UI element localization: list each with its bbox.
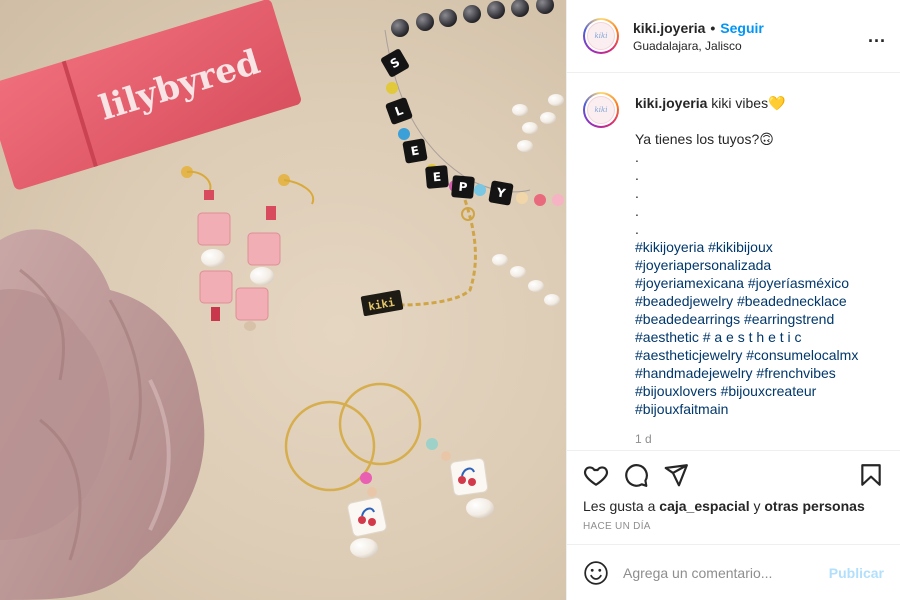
comment-input[interactable]: [623, 564, 829, 581]
bookmark-icon[interactable]: [858, 462, 884, 488]
header-username[interactable]: kiki.joyeria: [633, 20, 705, 36]
post-timestamp[interactable]: HACE UN DÍA: [583, 521, 884, 532]
location-link[interactable]: Guadalajara, Jalisco: [633, 39, 868, 53]
caption-dot: .: [635, 221, 639, 237]
caption-avatar[interactable]: kiki: [583, 92, 619, 128]
hashtag-line[interactable]: #beadedjewelry #beadednecklace: [635, 292, 858, 310]
gold-chain: kiki: [360, 199, 477, 317]
other-likers-link[interactable]: otras personas: [764, 498, 864, 514]
hashtag-line[interactable]: #kikijoyeria #kikibijoux: [635, 238, 858, 256]
jewelry-flatlay-image: lilybyred S L E E P Y kiki: [0, 0, 564, 600]
caption-question: Ya tienes los tuyos?🙃: [635, 131, 774, 147]
caption-dot: .: [635, 203, 639, 219]
hashtag-line[interactable]: #joyeriapersonalizada: [635, 256, 858, 274]
caption-avatar-logo-text: kiki: [587, 96, 615, 124]
caption-area: kiki kiki.joyeria kiki vibes💛 Ya tienes …: [567, 74, 900, 450]
caption-body: kiki.joyeria kiki vibes💛 Ya tienes los t…: [635, 94, 858, 448]
pink-cube-earrings: [181, 166, 315, 331]
likes-summary: Les gusta a caja_espacial y otras person…: [583, 498, 865, 514]
svg-text:E: E: [432, 170, 441, 185]
caption-dot: .: [635, 149, 639, 165]
avatar[interactable]: kiki: [583, 18, 619, 54]
hashtag-line[interactable]: #aestheticjewelry #consumelocalmx: [635, 346, 858, 364]
heart-icon[interactable]: [583, 462, 609, 488]
caption-username[interactable]: kiki.joyeria: [635, 95, 707, 111]
smiley-icon[interactable]: [583, 560, 609, 586]
comment-icon[interactable]: [623, 462, 649, 488]
paper-plane-icon[interactable]: [663, 462, 689, 488]
sleepy-bracelet: S L E E P Y: [381, 0, 564, 206]
avatar-logo-text: kiki: [587, 22, 615, 50]
more-options-button[interactable]: ...: [868, 26, 886, 47]
follow-button[interactable]: Seguir: [720, 20, 764, 36]
hashtag-line[interactable]: #bijouxlovers #bijouxcreateur: [635, 382, 858, 400]
liker-username[interactable]: caja_espacial: [659, 498, 749, 514]
ellipsis-icon: ...: [867, 25, 886, 46]
post-actions: Les gusta a caja_espacial y otras person…: [567, 450, 900, 532]
scrunchie: [0, 229, 205, 600]
comment-bar: Publicar: [567, 544, 900, 600]
hashtag-line[interactable]: #bijouxfaitmain: [635, 400, 858, 418]
svg-text:P: P: [458, 180, 468, 195]
caption-dot: .: [635, 167, 639, 183]
cherry-hoop-earrings: [284, 382, 494, 558]
hashtag-line[interactable]: #aesthetic # a e s t h e t i c: [635, 328, 858, 346]
header-separator: •: [710, 19, 716, 36]
caption-age[interactable]: 1 d: [635, 430, 858, 448]
hashtag-line[interactable]: #beadedearrings #earringstrend: [635, 310, 858, 328]
post-side-panel: kiki kiki.joyeria • Seguir Guadalajara, …: [566, 0, 900, 600]
publish-button[interactable]: Publicar: [829, 565, 884, 581]
lipstick-box: lilybyred: [0, 0, 301, 190]
caption-dot: .: [635, 185, 639, 201]
post-photo[interactable]: lilybyred S L E E P Y kiki: [0, 0, 566, 600]
caption-text: kiki vibes💛: [711, 95, 786, 111]
hashtag-line[interactable]: #handmadejewelry #frenchvibes: [635, 364, 858, 382]
post-header: kiki kiki.joyeria • Seguir Guadalajara, …: [567, 0, 900, 73]
hashtag-line[interactable]: #joyeriamexicana #joyeríasméxico: [635, 274, 858, 292]
